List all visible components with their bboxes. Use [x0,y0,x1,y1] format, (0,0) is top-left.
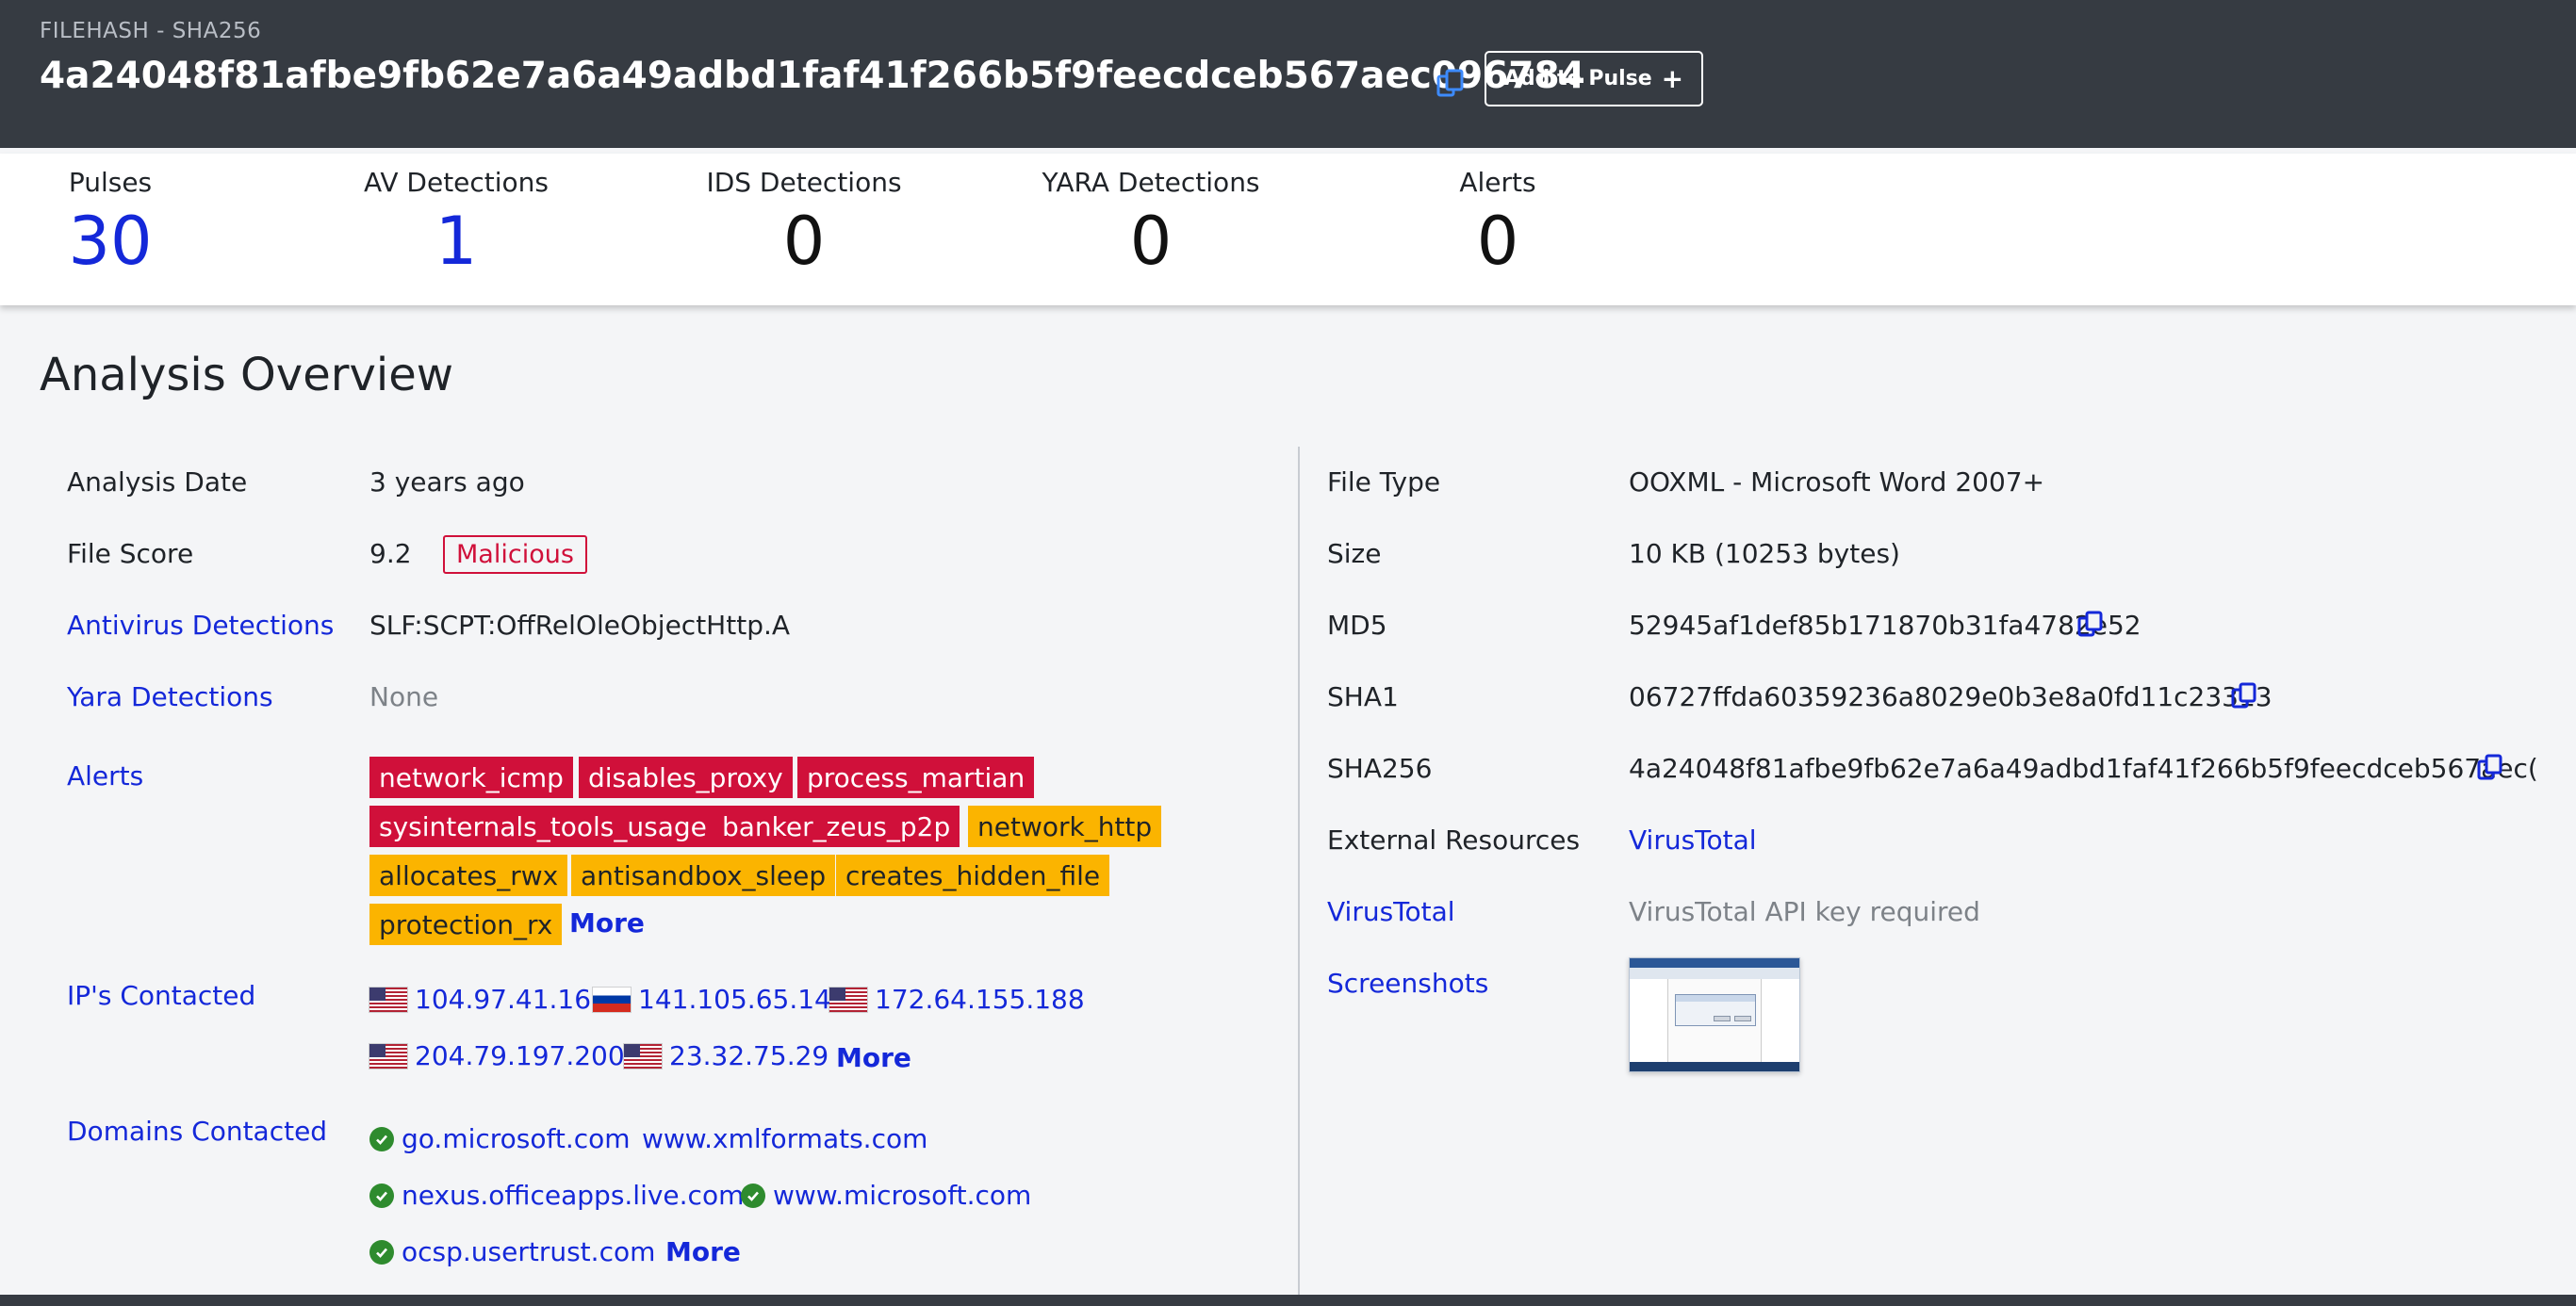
alerts-more-link[interactable]: More [569,907,645,939]
stat-value: 30 [68,203,153,280]
analysis-date-value: 3 years ago [369,466,525,498]
stat-value: 1 [435,203,478,280]
file-type-label: File Type [1327,466,1441,498]
domain-name: go.microsoft.com [402,1123,631,1154]
ip-address: 23.32.75.29 [669,1040,829,1071]
domains-more-link[interactable]: More [665,1236,741,1267]
ip-link[interactable]: 172.64.155.188 [829,984,1085,1015]
domain-link[interactable]: www.xmlformats.com [642,1123,927,1154]
stat-alerts: Alerts 0 [1375,167,1620,278]
sha256-label: SHA256 [1327,753,1433,784]
virustotal-external-link[interactable]: VirusTotal [1629,824,1757,856]
add-to-pulse-button[interactable]: Add to Pulse + [1485,51,1703,106]
file-type-value: OOXML - Microsoft Word 2007+ [1629,466,2045,498]
alert-tag[interactable]: sysinternals_tools_usage [369,806,716,847]
domain-name: nexus.officeapps.live.com [402,1180,745,1211]
domain-name: www.xmlformats.com [642,1123,928,1154]
stats-bar: Pulses 30 AV Detections 1 IDS Detections… [0,154,2576,305]
md5-value: 52945af1def85b171870b31fa4782e52 [1629,610,2141,641]
us-flag-icon [829,987,867,1012]
bottom-bar [0,1295,2576,1306]
ru-flag-icon [593,987,631,1012]
malicious-badge: Malicious [443,535,587,574]
screenshots-link[interactable]: Screenshots [1327,968,1488,999]
domain-link[interactable]: www.microsoft.com [741,1180,1031,1211]
copy-icon[interactable] [1435,67,1467,99]
alerts-link[interactable]: Alerts [67,760,143,792]
alert-tag[interactable]: process_martian [797,757,1035,798]
domain-name: www.microsoft.com [773,1180,1032,1211]
sha1-label: SHA1 [1327,681,1399,712]
domain-link[interactable]: go.microsoft.com [369,1123,631,1154]
check-icon [369,1239,394,1265]
screenshot-thumbnail[interactable] [1629,957,1800,1072]
ip-address: 141.105.65.149 [638,984,848,1015]
stat-label: Pulses [68,167,153,198]
domain-name: ocsp.usertrust.com [402,1236,656,1267]
domain-link[interactable]: ocsp.usertrust.com [369,1236,655,1267]
check-icon [741,1183,765,1208]
ip-link[interactable]: 204.79.197.200 [369,1040,625,1071]
plus-icon: + [1661,62,1684,94]
column-divider [1298,447,1300,1306]
antivirus-detection-value: SLF:SCPT:OffRelOleObjectHttp.A [369,610,791,641]
external-resources-label: External Resources [1327,824,1581,856]
section-title: Analysis Overview [40,349,454,401]
us-flag-icon [624,1043,662,1069]
copy-icon[interactable] [2230,680,2258,710]
stat-label: YARA Detections [1042,167,1260,198]
stat-ids-detections: IDS Detections 0 [681,167,927,278]
analysis-date-label: Analysis Date [67,466,248,498]
us-flag-icon [369,1043,407,1069]
check-icon [369,1126,394,1151]
file-score-label: File Score [67,538,194,569]
alert-tag[interactable]: creates_hidden_file [836,855,1110,896]
stat-value: 0 [1129,203,1173,280]
ip-address: 104.97.41.163 [415,984,608,1015]
alert-tag[interactable]: banker_zeus_p2p [713,806,960,847]
sha256-value: 4a24048f81afbe9fb62e7a6a49adbd1faf41f266… [1629,753,2538,784]
stat-pulses[interactable]: Pulses 30 [0,167,233,278]
ip-address: 172.64.155.188 [875,984,1085,1015]
stat-yara-detections: YARA Detections 0 [1028,167,1273,278]
ips-contacted-link[interactable]: IP's Contacted [67,980,255,1011]
ips-more-link[interactable]: More [836,1042,911,1073]
antivirus-detections-link[interactable]: Antivirus Detections [67,610,334,641]
stat-label: AV Detections [363,167,550,198]
file-score-value: 9.2 [369,538,412,569]
size-label: Size [1327,538,1382,569]
sha1-value: 06727ffda60359236a8029e0b3e8a0fd11c23313 [1629,681,2272,712]
size-value: 10 KB (10253 bytes) [1629,538,1900,569]
copy-icon[interactable] [2476,752,2504,782]
md5-label: MD5 [1327,610,1387,641]
stat-label: Alerts [1459,167,1536,198]
stat-label: IDS Detections [706,167,902,198]
yara-detections-link[interactable]: Yara Detections [67,681,273,712]
add-to-pulse-label: Add to Pulse [1503,67,1652,90]
domain-link[interactable]: nexus.officeapps.live.com [369,1180,744,1211]
hash-title: 4a24048f81afbe9fb62e7a6a49adbd1faf41f266… [40,55,1585,97]
alert-tag[interactable]: allocates_rwx [369,855,568,896]
ip-link[interactable]: 104.97.41.163 [369,984,608,1015]
yara-detection-value: None [369,681,439,712]
virustotal-link[interactable]: VirusTotal [1327,896,1455,927]
check-icon [369,1183,394,1208]
domains-contacted-link[interactable]: Domains Contacted [67,1116,327,1147]
stat-value: 0 [782,203,826,280]
alert-tag[interactable]: antisandbox_sleep [571,855,836,896]
alert-tag[interactable]: disables_proxy [579,757,793,798]
hash-type-label: FILEHASH - SHA256 [40,19,262,43]
alert-tag[interactable]: network_http [968,806,1162,847]
alert-tag[interactable]: protection_rx [369,904,563,945]
virustotal-status: VirusTotal API key required [1629,896,1980,927]
ip-link[interactable]: 23.32.75.29 [624,1040,829,1071]
copy-icon[interactable] [2076,609,2105,639]
us-flag-icon [369,987,407,1012]
ip-address: 204.79.197.200 [415,1040,625,1071]
alert-tag[interactable]: network_icmp [369,757,573,798]
ip-link[interactable]: 141.105.65.149 [593,984,848,1015]
stat-value: 0 [1476,203,1519,280]
header-bar: FILEHASH - SHA256 4a24048f81afbe9fb62e7a… [0,0,2576,148]
stat-av-detections[interactable]: AV Detections 1 [334,167,579,278]
